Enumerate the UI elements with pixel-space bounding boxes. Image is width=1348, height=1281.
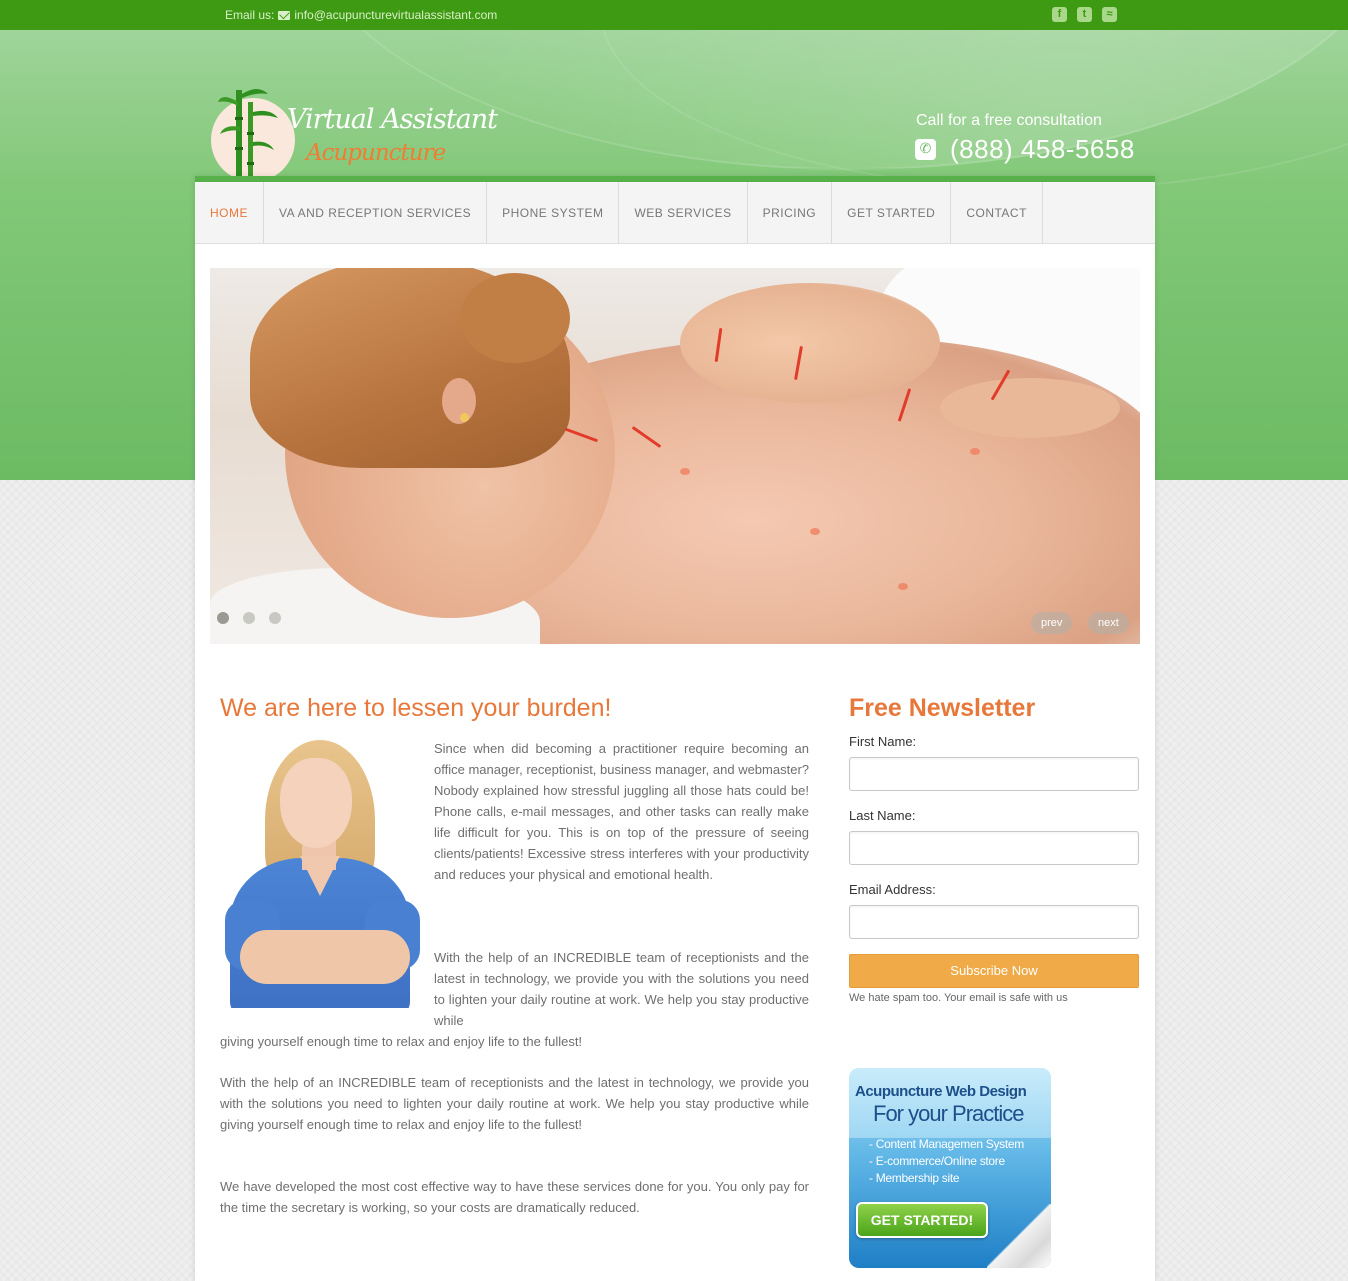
main-heading: We are here to lessen your burden! xyxy=(220,694,612,722)
email-label: Email Address: xyxy=(849,882,936,897)
first-name-field[interactable] xyxy=(849,757,1139,791)
slider-pagination xyxy=(217,612,281,624)
logo-subtitle[interactable]: Acupuncture xyxy=(306,140,446,166)
twitter-icon[interactable]: t xyxy=(1077,7,1092,22)
email-field[interactable] xyxy=(849,905,1139,939)
cost-paragraph: We have developed the most cost effectiv… xyxy=(220,1179,809,1215)
slider-prev-button[interactable]: prev xyxy=(1031,612,1073,634)
ad-list-item: - Membership site xyxy=(869,1171,960,1185)
phone-number[interactable]: (888) 458-5658 xyxy=(950,134,1135,165)
hero-slider[interactable]: prev next xyxy=(210,268,1140,644)
spam-note: We hate spam too. Your email is safe wit… xyxy=(849,992,1068,1004)
slider-dot[interactable] xyxy=(217,612,229,624)
help-paragraph: With the help of an INCREDIBLE team of r… xyxy=(434,950,809,1028)
envelope-icon xyxy=(278,10,291,20)
email-label: Email us: xyxy=(225,8,275,22)
top-bar: Email us: info@acupuncturevirtualassista… xyxy=(0,0,1348,30)
rss-icon[interactable]: ≈ xyxy=(1102,7,1117,22)
nav-get-started[interactable]: GET STARTED xyxy=(832,182,952,244)
first-name-label: First Name: xyxy=(849,734,917,749)
slider-dot[interactable] xyxy=(243,612,255,624)
nav-contact[interactable]: CONTACT xyxy=(951,182,1043,244)
last-name-label: Last Name: xyxy=(849,808,916,823)
web-design-ad[interactable]: Acupuncture Web Design For your Practice… xyxy=(849,1068,1051,1268)
last-name-field[interactable] xyxy=(849,831,1139,865)
help-paragraph-end: giving yourself enough time to relax and… xyxy=(220,1034,583,1049)
page-curl-icon xyxy=(987,1204,1051,1268)
newsletter-heading: Free Newsletter xyxy=(849,694,1036,722)
nav-pricing[interactable]: PRICING xyxy=(748,182,833,244)
email-link[interactable]: info@acupuncturevirtualassistant.com xyxy=(294,8,497,22)
ad-get-started-button[interactable]: GET STARTED! xyxy=(856,1202,988,1238)
ad-subtitle: For your Practice xyxy=(873,1101,1024,1126)
nav-va-reception-services[interactable]: VA AND RECEPTION SERVICES xyxy=(264,182,488,244)
main-container: HOME VA AND RECEPTION SERVICES PHONE SYS… xyxy=(195,176,1155,1281)
ad-list-item: - Content Managemen System xyxy=(869,1137,1024,1151)
topbar-email[interactable]: Email us: info@acupuncturevirtualassista… xyxy=(225,8,497,22)
call-label: Call for a free consultation xyxy=(916,112,1102,129)
nav-home[interactable]: HOME xyxy=(195,182,264,244)
subscribe-button[interactable]: Subscribe Now xyxy=(849,954,1139,988)
ad-list-item: - E-commerce/Online store xyxy=(869,1154,1005,1168)
logo-title[interactable]: Virtual Assistant xyxy=(287,104,498,135)
slider-dot[interactable] xyxy=(269,612,281,624)
main-nav: HOME VA AND RECEPTION SERVICES PHONE SYS… xyxy=(195,182,1155,244)
nav-phone-system[interactable]: PHONE SYSTEM xyxy=(487,182,620,244)
slider-next-button[interactable]: next xyxy=(1088,612,1129,634)
team-paragraph: With the help of an INCREDIBLE team of r… xyxy=(220,1075,809,1132)
nurse-photo xyxy=(220,740,420,1008)
nav-web-services[interactable]: WEB SERVICES xyxy=(619,182,748,244)
ad-title: Acupuncture Web Design xyxy=(855,1083,1027,1100)
phone-icon: ✆ xyxy=(915,139,936,160)
facebook-icon[interactable]: f xyxy=(1052,7,1067,22)
social-links: f t ≈ xyxy=(1052,7,1117,22)
intro-paragraph: Since when did becoming a practitioner r… xyxy=(434,741,809,882)
